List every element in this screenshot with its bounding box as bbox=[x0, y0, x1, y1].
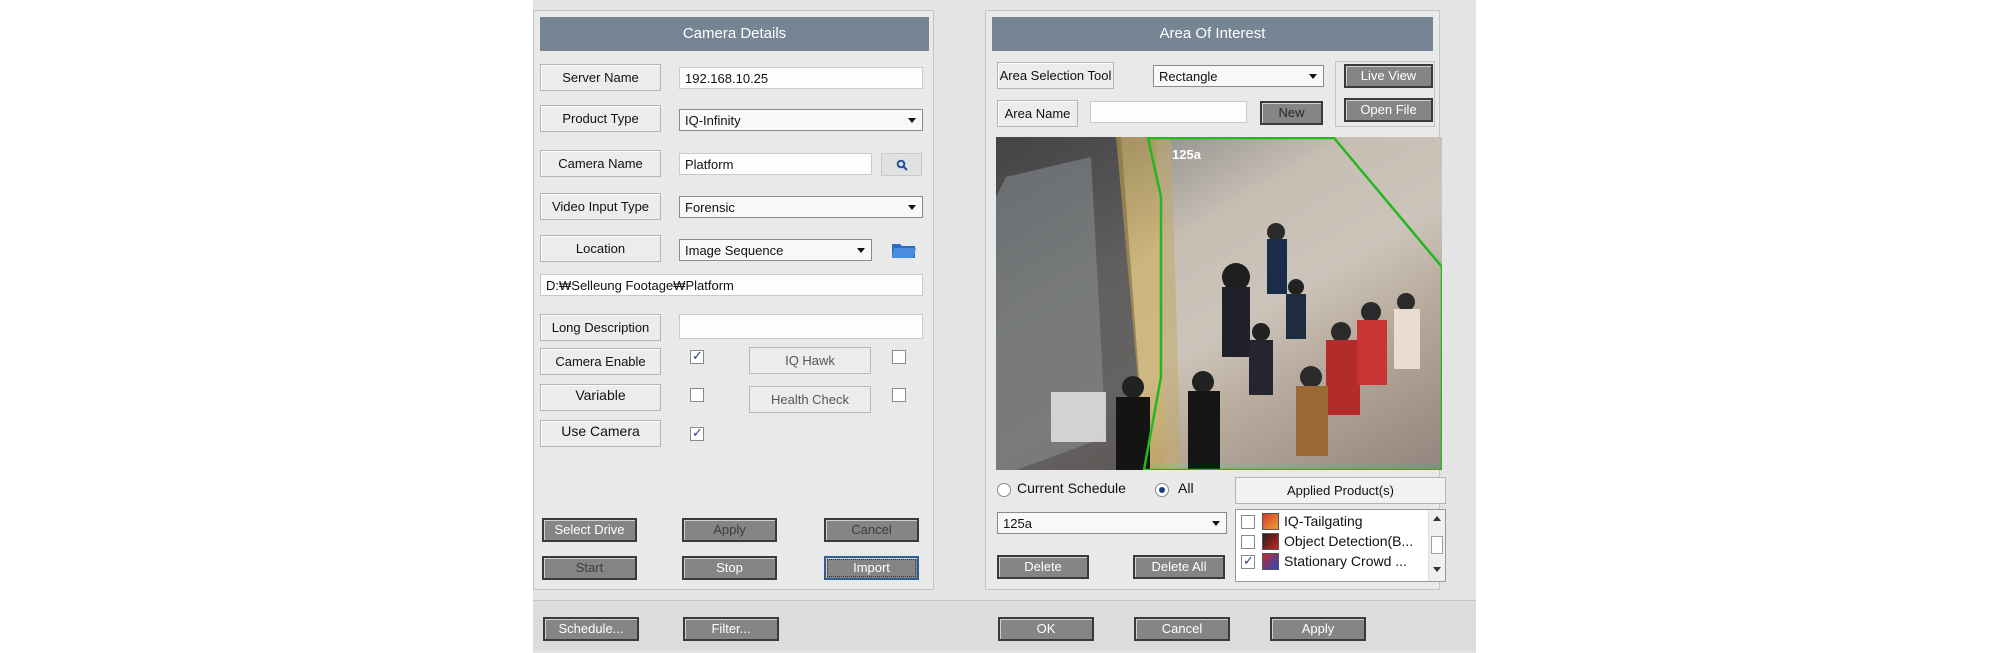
footer-apply-button[interactable]: Apply bbox=[1270, 617, 1366, 641]
location-path-field[interactable]: D:₩Selleung Footage₩Platform bbox=[540, 274, 923, 296]
chevron-down-icon bbox=[1309, 74, 1317, 79]
area-selection-tool-value: Rectangle bbox=[1159, 69, 1218, 84]
camera-enable-checkbox[interactable] bbox=[690, 348, 704, 364]
new-area-button[interactable]: New bbox=[1260, 101, 1323, 125]
product-label: Stationary Crowd ... bbox=[1284, 553, 1407, 569]
area-name-input[interactable] bbox=[1090, 101, 1247, 123]
scroll-up-icon[interactable] bbox=[1433, 516, 1441, 521]
video-input-type-select[interactable]: Forensic bbox=[679, 196, 923, 218]
iq-hawk-checkbox[interactable] bbox=[892, 350, 906, 364]
scroll-thumb[interactable] bbox=[1431, 536, 1443, 554]
area-selection-tool-label: Area Selection Tool bbox=[997, 62, 1114, 89]
area-list-select[interactable]: 125a bbox=[997, 512, 1227, 534]
ok-button[interactable]: OK bbox=[998, 617, 1094, 641]
footer-cancel-button[interactable]: Cancel bbox=[1134, 617, 1230, 641]
dialog-window: Camera Details Server Name 192.168.10.25… bbox=[533, 0, 1476, 653]
chevron-down-icon bbox=[908, 118, 916, 123]
server-name-label: Server Name bbox=[540, 64, 661, 91]
filter-button[interactable]: Filter... bbox=[683, 617, 779, 641]
current-schedule-radio[interactable] bbox=[997, 483, 1011, 497]
object-detection-product-icon bbox=[1262, 533, 1279, 550]
camera-name-label: Camera Name bbox=[540, 150, 661, 177]
schedule-button[interactable]: Schedule... bbox=[543, 617, 639, 641]
applied-products-list: IQ-Tailgating Object Detection(B... Stat… bbox=[1235, 509, 1446, 582]
current-schedule-label: Current Schedule bbox=[1017, 480, 1126, 496]
product-checkbox[interactable] bbox=[1241, 515, 1255, 529]
start-button[interactable]: Start bbox=[542, 556, 637, 580]
list-item[interactable]: IQ-Tailgating bbox=[1240, 512, 1430, 532]
select-drive-button[interactable]: Select Drive bbox=[542, 518, 637, 542]
video-input-type-value: Forensic bbox=[685, 200, 735, 215]
long-description-input[interactable] bbox=[679, 314, 923, 339]
area-name-label: Area Name bbox=[997, 100, 1078, 127]
chevron-down-icon bbox=[908, 205, 916, 210]
stop-button[interactable]: Stop bbox=[682, 556, 777, 580]
camera-details-title: Camera Details bbox=[540, 17, 929, 51]
all-schedule-label: All bbox=[1178, 480, 1194, 496]
use-camera-label: Use Camera bbox=[540, 420, 661, 447]
camera-name-input[interactable]: Platform bbox=[679, 153, 872, 175]
long-description-label: Long Description bbox=[540, 314, 661, 341]
apply-button[interactable]: Apply bbox=[682, 518, 777, 542]
live-view-button[interactable]: Live View bbox=[1344, 64, 1433, 88]
camera-search-button[interactable] bbox=[881, 153, 922, 176]
health-check-label: Health Check bbox=[749, 386, 871, 413]
location-label: Location bbox=[540, 235, 661, 262]
server-name-input[interactable]: 192.168.10.25 bbox=[679, 67, 923, 89]
tailgating-product-icon bbox=[1262, 513, 1279, 530]
product-label: Object Detection(B... bbox=[1284, 533, 1414, 549]
camera-scene-drawing bbox=[996, 137, 1442, 470]
chevron-down-icon bbox=[857, 248, 865, 253]
list-item[interactable]: Object Detection(B... bbox=[1240, 532, 1430, 552]
search-icon bbox=[896, 159, 908, 171]
location-value: Image Sequence bbox=[685, 243, 784, 258]
area-selection-tool-select[interactable]: Rectangle bbox=[1153, 65, 1324, 87]
variable-label: Variable bbox=[540, 384, 661, 411]
product-type-value: IQ-Infinity bbox=[685, 113, 741, 128]
folder-icon bbox=[892, 244, 916, 258]
product-checkbox[interactable] bbox=[1241, 553, 1255, 569]
use-camera-checkbox[interactable] bbox=[690, 425, 704, 441]
stationary-crowd-product-icon bbox=[1262, 553, 1279, 570]
area-tag-label: 125a bbox=[1172, 147, 1201, 162]
list-scrollbar[interactable] bbox=[1428, 510, 1445, 581]
area-list-value: 125a bbox=[1003, 516, 1032, 531]
scroll-down-icon[interactable] bbox=[1433, 567, 1441, 572]
delete-all-areas-button[interactable]: Delete All bbox=[1133, 555, 1225, 579]
location-select[interactable]: Image Sequence bbox=[679, 239, 872, 261]
list-item[interactable]: Stationary Crowd ... bbox=[1240, 552, 1430, 572]
camera-preview-image[interactable]: 125a bbox=[996, 137, 1442, 470]
applied-products-header: Applied Product(s) bbox=[1235, 477, 1446, 504]
health-check-checkbox[interactable] bbox=[892, 388, 906, 402]
product-label: IQ-Tailgating bbox=[1284, 513, 1363, 529]
video-input-type-label: Video Input Type bbox=[540, 193, 661, 220]
import-button[interactable]: Import bbox=[824, 556, 919, 580]
area-of-interest-title: Area Of Interest bbox=[992, 17, 1433, 51]
camera-details-panel: Camera Details bbox=[533, 10, 934, 590]
variable-checkbox[interactable] bbox=[690, 388, 704, 402]
product-type-select[interactable]: IQ-Infinity bbox=[679, 109, 923, 131]
all-schedule-radio[interactable] bbox=[1155, 483, 1169, 497]
product-type-label: Product Type bbox=[540, 105, 661, 132]
product-checkbox[interactable] bbox=[1241, 535, 1255, 549]
iq-hawk-label: IQ Hawk bbox=[749, 347, 871, 374]
browse-folder-button[interactable] bbox=[891, 240, 917, 260]
chevron-down-icon bbox=[1212, 521, 1220, 526]
delete-area-button[interactable]: Delete bbox=[997, 555, 1089, 579]
cancel-button[interactable]: Cancel bbox=[824, 518, 919, 542]
camera-enable-label: Camera Enable bbox=[540, 348, 661, 375]
open-file-button[interactable]: Open File bbox=[1344, 98, 1433, 122]
